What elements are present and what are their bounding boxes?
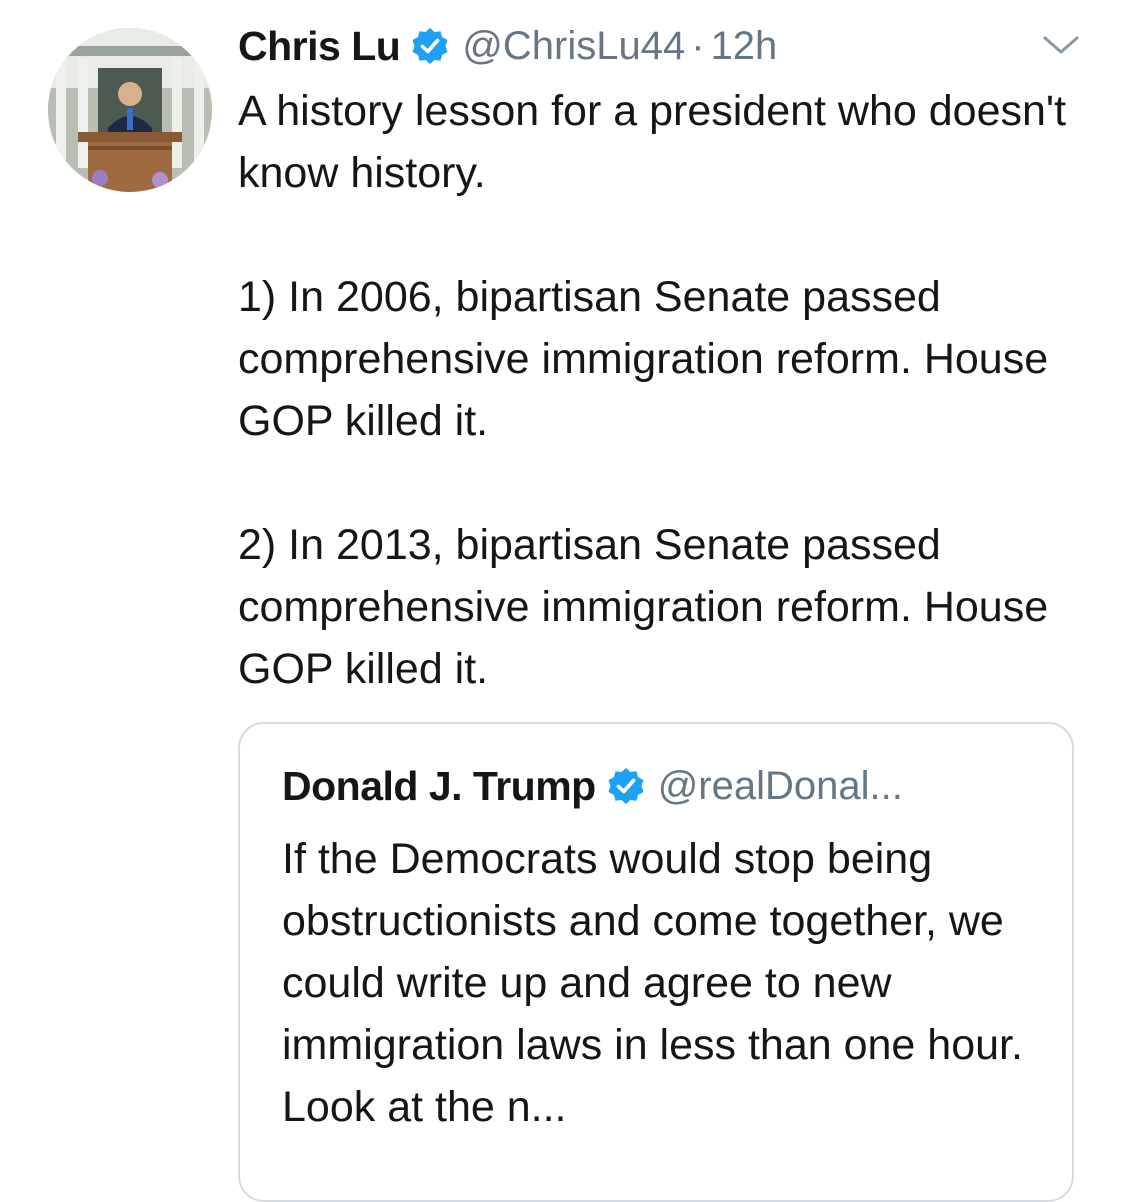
quoted-tweet-text: If the Democrats would stop being obstru… xyxy=(282,835,1023,1131)
header-separator: · xyxy=(691,23,705,68)
author-handle[interactable]: @ChrisLu44 xyxy=(462,24,685,69)
author-display-name[interactable]: Chris Lu xyxy=(238,23,401,70)
verified-badge-icon xyxy=(608,768,644,804)
quoted-tweet-card[interactable]: Donald J. Trump @realDonal... If the Dem… xyxy=(238,722,1074,1202)
chevron-down-icon[interactable] xyxy=(1041,30,1081,60)
tweet-header: Chris Lu @ChrisLu44 · 12h xyxy=(238,14,777,78)
quoted-author-display-name: Donald J. Trump xyxy=(282,762,596,809)
tweet-paragraph: A history lesson for a president who doe… xyxy=(238,87,1067,197)
tweet[interactable]: Chris Lu @ChrisLu44 · 12h A history less… xyxy=(0,0,1125,1202)
tweet-paragraph: 2) In 2013, bipartisan Senate passed com… xyxy=(238,521,1049,693)
author-avatar[interactable] xyxy=(48,28,212,192)
avatar-photo xyxy=(48,28,212,192)
tweet-paragraph: 1) In 2006, bipartisan Senate passed com… xyxy=(238,273,1049,445)
quoted-tweet-header: Donald J. Trump @realDonal... xyxy=(282,758,903,814)
tweet-body: A history lesson for a president who doe… xyxy=(238,80,1098,700)
quoted-author-handle: @realDonal... xyxy=(657,763,903,808)
verified-badge-icon xyxy=(412,28,448,64)
tweet-timestamp[interactable]: 12h xyxy=(711,24,778,69)
